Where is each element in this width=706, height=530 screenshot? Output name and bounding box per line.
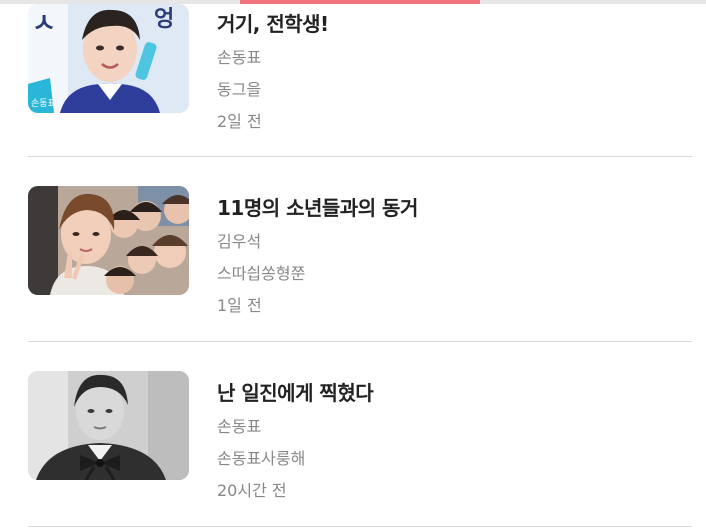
- story-thumbnail[interactable]: [28, 186, 189, 295]
- grayscale-portrait-thumbnail-icon: [28, 371, 189, 480]
- story-tag: 스따싑쏭형쭌: [217, 264, 306, 283]
- story-author: 손동표: [217, 417, 262, 436]
- group-selfie-thumbnail-icon: [28, 186, 189, 295]
- story-item[interactable]: ㅅ 엉 손동표 거기, 전학생! 손동표 동그을 2일 전: [28, 0, 692, 157]
- story-author: 손동표: [217, 48, 262, 67]
- story-item[interactable]: 난 일진에게 찍혔다 손동표 손동표사룽해 20시간 전: [28, 342, 692, 527]
- story-time: 20시간 전: [217, 481, 287, 500]
- boy-portrait-thumbnail-icon: ㅅ 엉 손동표: [28, 4, 189, 113]
- story-author: 김우석: [217, 232, 262, 251]
- svg-text:손동표: 손동표: [31, 98, 56, 109]
- svg-text:ㅅ: ㅅ: [32, 9, 56, 39]
- story-title[interactable]: 11명의 소년들과의 동거: [217, 192, 418, 221]
- story-time: 2일 전: [217, 112, 262, 131]
- story-tag: 동그을: [217, 80, 262, 99]
- svg-text:엉: 엉: [154, 7, 174, 32]
- story-time: 1일 전: [217, 296, 262, 315]
- story-title[interactable]: 거기, 전학생!: [217, 8, 329, 37]
- divider: [28, 526, 692, 527]
- story-item[interactable]: 11명의 소년들과의 동거 김우석 스따싑쏭형쭌 1일 전: [28, 157, 692, 342]
- story-thumbnail[interactable]: ㅅ 엉 손동표: [28, 4, 189, 113]
- story-title[interactable]: 난 일진에게 찍혔다: [217, 377, 374, 406]
- story-thumbnail[interactable]: [28, 371, 189, 480]
- story-tag: 손동표사룽해: [217, 449, 306, 468]
